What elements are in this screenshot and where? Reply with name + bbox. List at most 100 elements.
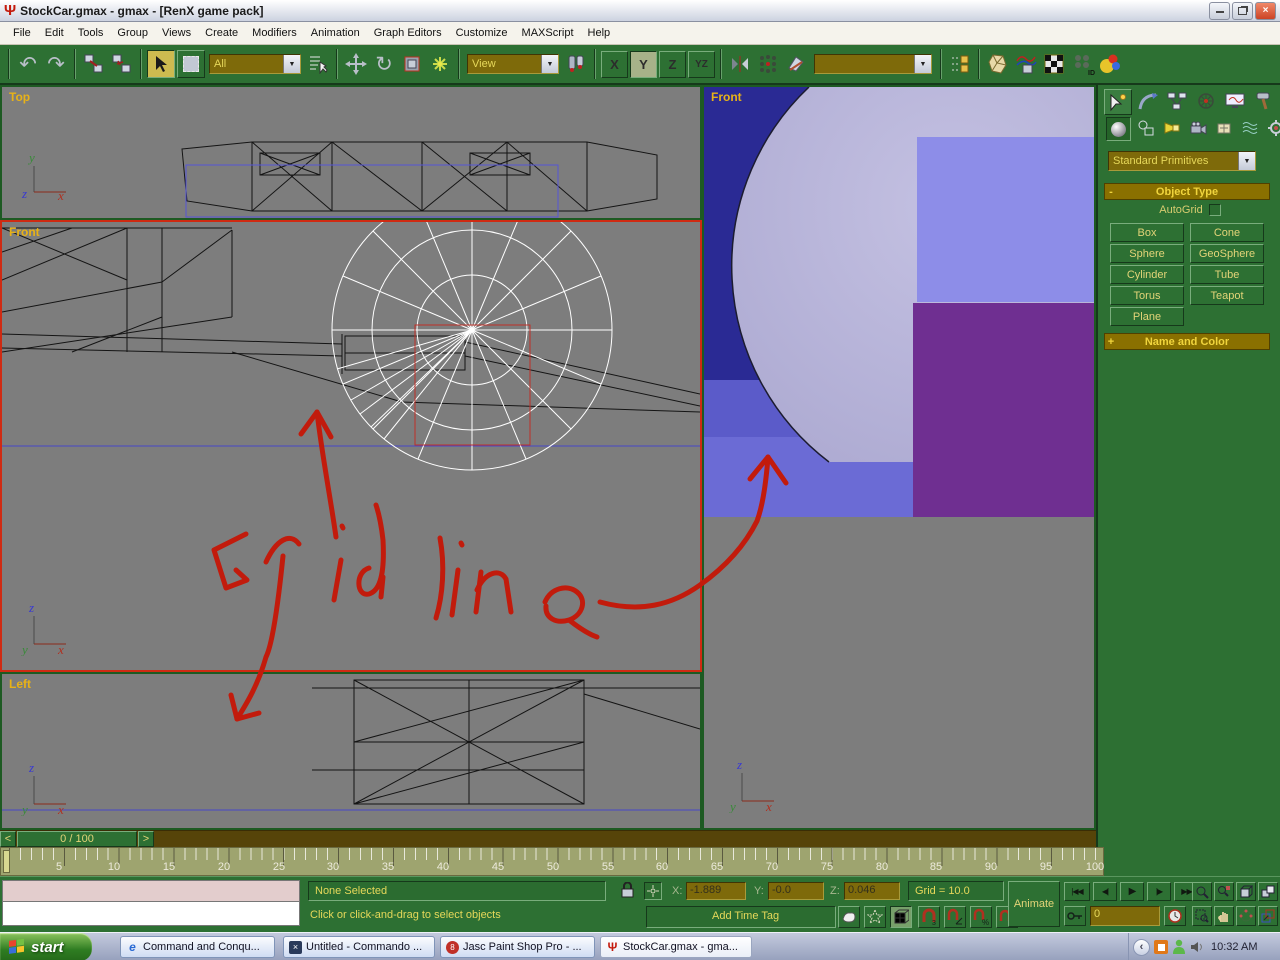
volume-icon[interactable] — [1190, 940, 1205, 954]
frame-caret[interactable] — [3, 850, 10, 873]
menu-edit[interactable]: Edit — [38, 24, 71, 42]
crossing-selection-icon[interactable] — [890, 906, 912, 928]
taskbar-item-gmax[interactable]: Ψ StockCar.gmax - gma... — [600, 936, 752, 958]
menu-views[interactable]: Views — [155, 24, 198, 42]
zoom-extents-icon[interactable] — [1236, 882, 1256, 901]
messenger-buddy-icon[interactable] — [1172, 939, 1186, 955]
current-frame-field[interactable]: 0 — [1090, 906, 1160, 926]
create-torus-button[interactable]: Torus — [1110, 286, 1184, 305]
menu-create[interactable]: Create — [198, 24, 245, 42]
viewport-front[interactable]: Front — [0, 220, 702, 672]
restrict-y-button[interactable]: Y — [630, 51, 657, 78]
track-view-icon[interactable] — [947, 51, 973, 77]
slider-next-button[interactable]: > — [138, 831, 154, 847]
name-color-rollout[interactable]: + Name and Color — [1104, 333, 1270, 350]
viewport-top[interactable]: Top — [0, 85, 702, 220]
display-tab-icon[interactable] — [1222, 89, 1248, 113]
motion-tab-icon[interactable] — [1193, 89, 1219, 113]
taskbar-item-paint-shop-pro[interactable]: 8 Jasc Paint Shop Pro - ... — [440, 936, 595, 958]
lights-category-icon[interactable] — [1160, 117, 1183, 139]
time-configuration-icon[interactable] — [1164, 906, 1186, 926]
viewport-left-label[interactable]: Left — [9, 677, 31, 691]
time-slider-track[interactable]: < 0 / 100 > — [0, 830, 1096, 847]
animate-button[interactable]: Animate — [1008, 881, 1060, 927]
dropdown-arrow-icon[interactable]: ▼ — [283, 55, 300, 73]
material-navigator-icon[interactable] — [985, 51, 1011, 77]
tray-app-icon[interactable] — [1154, 940, 1168, 954]
percent-snap-icon[interactable]: % — [970, 906, 992, 928]
minimize-button[interactable] — [1209, 2, 1230, 20]
hide-icons-chevron-icon[interactable]: ‹ — [1133, 939, 1150, 956]
reference-coordinate-dropdown[interactable]: View ▼ — [467, 54, 559, 74]
min-max-toggle-icon[interactable] — [1258, 906, 1278, 926]
add-time-tag-button[interactable]: Add Time Tag — [712, 910, 779, 922]
cameras-category-icon[interactable] — [1186, 117, 1209, 139]
space-warps-category-icon[interactable] — [1238, 117, 1261, 139]
menu-modifiers[interactable]: Modifiers — [245, 24, 304, 42]
dropdown-arrow-icon[interactable]: ▼ — [1238, 152, 1255, 170]
unlink-icon[interactable] — [109, 51, 135, 77]
y-coordinate-field[interactable]: -0.0 — [768, 882, 824, 900]
play-button[interactable]: ▶ — [1120, 882, 1144, 901]
start-button[interactable]: start — [0, 933, 92, 960]
pan-hand-icon[interactable] — [1214, 906, 1234, 926]
select-and-link-icon[interactable] — [81, 51, 107, 77]
restore-button[interactable] — [1232, 2, 1253, 20]
selection-filter-toggle-icon[interactable] — [864, 906, 886, 928]
collapse-icon[interactable]: - — [1105, 186, 1117, 198]
create-cone-button[interactable]: Cone — [1190, 223, 1264, 242]
geometry-category-icon[interactable] — [1106, 117, 1131, 141]
time-slider-handle[interactable]: 0 / 100 — [17, 831, 137, 847]
z-coordinate-field[interactable]: 0.046 — [844, 882, 900, 900]
redo-icon[interactable]: ↷ — [43, 51, 69, 77]
absolute-mode-icon[interactable] — [644, 882, 662, 900]
manipulate-icon[interactable] — [427, 51, 453, 77]
taskbar-item-command-and-conquer[interactable]: e Command and Conqu... — [120, 936, 275, 958]
systems-category-icon[interactable] — [1264, 117, 1280, 139]
arc-rotate-icon[interactable] — [1236, 906, 1256, 926]
create-sphere-button[interactable]: Sphere — [1110, 244, 1184, 263]
key-mode-icon[interactable] — [1064, 906, 1086, 926]
create-tab-icon[interactable] — [1104, 89, 1132, 115]
previous-frame-button[interactable]: ◀| — [1093, 882, 1117, 901]
maxscript-listener-output[interactable] — [2, 880, 300, 902]
expand-icon[interactable]: + — [1105, 336, 1117, 348]
track-bar[interactable]: 5 10 15 20 25 30 35 40 45 50 55 60 65 70… — [0, 847, 1104, 876]
shapes-category-icon[interactable] — [1134, 117, 1157, 139]
hierarchy-tab-icon[interactable] — [1164, 89, 1190, 113]
x-coordinate-field[interactable]: -1.889 — [686, 882, 746, 900]
menu-file[interactable]: File — [6, 24, 38, 42]
array-icon[interactable] — [755, 51, 781, 77]
menu-group[interactable]: Group — [110, 24, 155, 42]
slider-prev-button[interactable]: < — [0, 831, 16, 847]
select-and-scale-icon[interactable] — [399, 51, 425, 77]
use-pivot-point-icon[interactable] — [563, 51, 589, 77]
material-id-icon[interactable]: ID — [1069, 51, 1095, 77]
menu-help[interactable]: Help — [581, 24, 618, 42]
viewport-shaded-front[interactable]: Front — [702, 85, 1096, 830]
create-geosphere-button[interactable]: GeoSphere — [1190, 244, 1264, 263]
dropdown-arrow-icon[interactable]: ▼ — [914, 55, 931, 73]
region-zoom-icon[interactable] — [1192, 906, 1212, 926]
create-teapot-button[interactable]: Teapot — [1190, 286, 1264, 305]
zoom-all-icon[interactable] — [1214, 882, 1234, 901]
menu-tools[interactable]: Tools — [71, 24, 111, 42]
create-cylinder-button[interactable]: Cylinder — [1110, 265, 1184, 284]
autogrid-checkbox[interactable] — [1209, 204, 1221, 216]
select-by-name-icon[interactable] — [305, 51, 331, 77]
curve-editor-icon[interactable] — [1013, 51, 1039, 77]
named-selection-dropdown[interactable]: ▼ — [814, 54, 932, 74]
viewport-shaded-label[interactable]: Front — [711, 90, 742, 104]
viewport-top-label[interactable]: Top — [9, 90, 30, 104]
material-editor-icon[interactable] — [1041, 51, 1067, 77]
go-to-start-button[interactable]: |◀◀ — [1064, 882, 1090, 901]
restrict-yz-plane-button[interactable]: YZ — [688, 51, 715, 78]
create-tube-button[interactable]: Tube — [1190, 265, 1264, 284]
selection-status-field[interactable]: None Selected — [308, 881, 606, 901]
utilities-tab-icon[interactable] — [1251, 89, 1277, 113]
select-and-move-icon[interactable] — [343, 51, 369, 77]
menu-graph-editors[interactable]: Graph Editors — [367, 24, 449, 42]
restrict-z-button[interactable]: Z — [659, 51, 686, 78]
selection-lock-icon[interactable] — [620, 882, 635, 904]
maxscript-listener-input[interactable] — [2, 902, 300, 926]
